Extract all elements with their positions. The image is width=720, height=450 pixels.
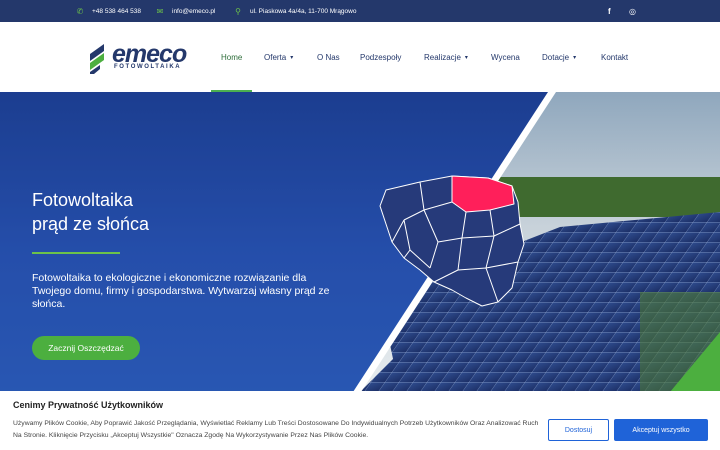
nav-home[interactable]: Home (211, 22, 253, 92)
chevron-down-icon: ▾ (573, 54, 577, 61)
customize-cookies-button[interactable]: Dostosuj (548, 419, 609, 441)
hero-divider (32, 252, 120, 254)
emeco-logo[interactable]: emeco FOTOWOLTAIKA (90, 40, 190, 74)
site-header: emeco FOTOWOLTAIKA Home Oferta ▾ O Nas P… (0, 22, 720, 92)
nav-kontakt-label: Kontakt (601, 52, 629, 62)
address-text: ul. Piaskowa 4a/4a, 11-700 Mrągowo (250, 7, 357, 15)
hero-title-line2: prąd ze słońca (32, 214, 150, 234)
nav-wycena-label: Wycena (491, 52, 520, 62)
mail-icon: ✉ (156, 6, 164, 16)
nav-realizacje[interactable]: Realizacje ▾ (424, 22, 468, 92)
instagram-icon[interactable]: ◎ (629, 7, 636, 16)
nav-dotacje[interactable]: Dotacje ▾ (542, 22, 576, 92)
address-contact: ⚲ ul. Piaskowa 4a/4a, 11-700 Mrągowo (234, 0, 356, 22)
instagram-link[interactable]: ◎ (629, 0, 636, 22)
cookie-text: Używamy Plików Cookie, Aby Poprawić Jako… (13, 420, 539, 439)
nav-oferta-label: Oferta (264, 52, 287, 62)
hero-description: Fotowoltaika to ekologiczne i ekonomiczn… (32, 272, 330, 310)
hero-title: Fotowoltaika prąd ze słońca (32, 188, 149, 236)
email-address[interactable]: info@emeco.pl (172, 8, 215, 15)
nav-o-nas-label: O Nas (317, 52, 340, 62)
chevron-down-icon: ▾ (464, 54, 468, 61)
phone-contact[interactable]: ✆ +48 538 464 538 (76, 0, 141, 22)
phone-number[interactable]: +48 538 464 538 (92, 8, 141, 15)
accept-all-cookies-button[interactable]: Akceptuj wszystko (614, 419, 708, 441)
phone-icon: ✆ (76, 6, 84, 16)
nav-o-nas[interactable]: O Nas (317, 22, 340, 92)
nav-dotacje-label: Dotacje (542, 52, 570, 62)
hero-banner: Fotowoltaika prąd ze słońca Fotowoltaika… (0, 92, 720, 392)
nav-kontakt[interactable]: Kontakt (601, 22, 628, 92)
nav-home-label: Home (221, 52, 243, 62)
start-saving-button[interactable]: Zacznij Oszczędzać (32, 336, 140, 360)
nav-wycena[interactable]: Wycena (491, 22, 520, 92)
top-contact-bar: ✆ +48 538 464 538 ✉ info@emeco.pl ⚲ ul. … (0, 0, 720, 22)
nav-podzespoly-label: Podzespoły (360, 52, 402, 62)
logo-mark-icon (90, 44, 104, 74)
chevron-down-icon: ▾ (290, 54, 294, 61)
nav-podzespoly[interactable]: Podzespoły (360, 22, 401, 92)
nav-realizacje-label: Realizacje (424, 52, 461, 62)
logo-subtitle: FOTOWOLTAIKA (114, 64, 182, 70)
cookie-title: Cenimy Prywatność Użytkowników (13, 400, 164, 410)
email-contact[interactable]: ✉ info@emeco.pl (156, 0, 216, 22)
location-pin-icon: ⚲ (235, 6, 241, 16)
facebook-link[interactable]: f (608, 0, 611, 22)
facebook-icon[interactable]: f (608, 7, 611, 16)
nav-oferta[interactable]: Oferta ▾ (264, 22, 293, 92)
cookie-consent-bar: Cenimy Prywatność Użytkowników Używamy P… (0, 391, 720, 450)
hero-title-line1: Fotowoltaika (32, 190, 134, 210)
